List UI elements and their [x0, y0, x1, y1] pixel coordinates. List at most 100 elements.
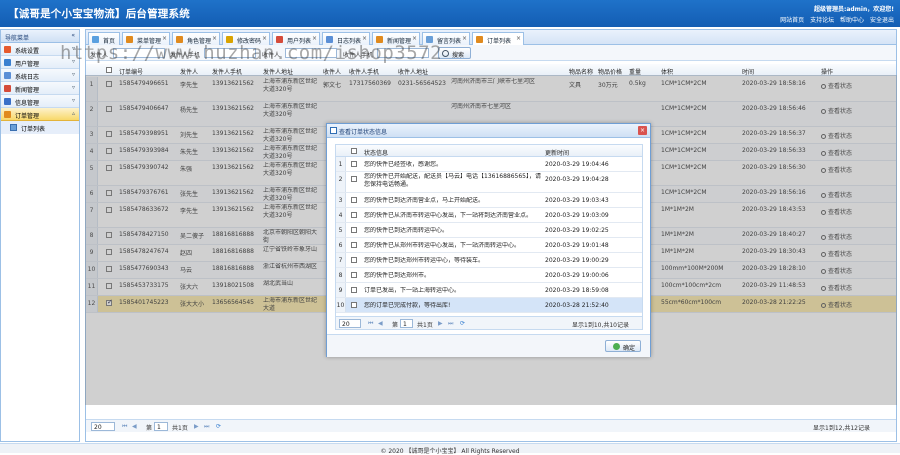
refresh-icon[interactable]: ⟳	[460, 320, 465, 327]
status-row[interactable]: 5 您的快件已到达济南转运中心。 2020-03-29 19:02:25	[336, 223, 642, 238]
sidebar-item-logs[interactable]: 系统日志 ▿	[1, 69, 79, 82]
status-row[interactable]: 7 您的快件已到达郑州市转运中心，等待装车。 2020-03-29 19:00:29	[336, 253, 642, 268]
tab-users[interactable]: 用户列表 ×	[272, 32, 320, 45]
close-icon[interactable]: ×	[412, 35, 417, 42]
tab-messages[interactable]: 留言列表 ×	[422, 32, 470, 45]
tab-logs[interactable]: 日志列表 ×	[322, 32, 370, 45]
receiver-phone-label: 收件人手机	[343, 52, 374, 59]
sidebar-item-label: 信息管理	[15, 100, 40, 107]
row-number: 9	[336, 283, 346, 297]
tab-orders[interactable]: 订单列表 ×	[472, 32, 524, 46]
header-links: 网站首页 支持论坛 帮助中心 安全退出	[776, 15, 894, 24]
message-icon	[426, 36, 433, 43]
link-logout[interactable]: 安全退出	[870, 17, 894, 24]
close-icon[interactable]: ×	[162, 35, 167, 42]
last-page-icon[interactable]: ⏭	[448, 320, 453, 328]
tab-label: 新闻管理	[387, 38, 412, 45]
next-page-icon[interactable]: ▶	[194, 423, 199, 430]
prev-page-icon[interactable]: ◀	[378, 320, 383, 327]
sidebar-subitem-order-list[interactable]: 订单列表	[1, 121, 79, 134]
receiver-phone-input[interactable]	[377, 48, 429, 58]
sender-input[interactable]	[113, 48, 165, 58]
row-checkbox[interactable]	[351, 212, 357, 218]
page-input[interactable]: 1	[154, 422, 168, 431]
status-info: 订单已发出，下一站上海转运中心。	[364, 287, 461, 294]
tab-news[interactable]: 新闻管理 ×	[372, 32, 420, 45]
row-checkbox[interactable]	[351, 227, 357, 233]
last-page-icon[interactable]: ⏭	[204, 423, 209, 431]
select-all-checkbox[interactable]	[106, 67, 112, 73]
row-checkbox[interactable]	[351, 176, 357, 182]
col-update-time[interactable]: 更新时间	[545, 148, 569, 157]
tab-roles[interactable]: 角色管理 ×	[172, 32, 220, 45]
status-grid-header: 状态信息 更新时间	[336, 145, 642, 157]
user-icon	[276, 36, 283, 43]
settings-icon	[4, 46, 11, 53]
sidebar-item-system[interactable]: 系统设置 ▿	[1, 43, 79, 56]
status-time: 2020-03-29 19:04:28	[545, 176, 609, 183]
dialog-pager-summary: 显示1到10,共10记录	[572, 322, 629, 329]
list-icon	[10, 124, 17, 131]
sidebar-item-users[interactable]: 用户管理 ▿	[1, 56, 79, 69]
tab-home[interactable]: 首页	[88, 32, 120, 45]
link-forum[interactable]: 支持论坛	[810, 17, 834, 24]
page-input[interactable]: 1	[400, 319, 413, 328]
status-row[interactable]: 2 您的快件已开始配送，配送员【马云】电话【13616886565】，请您保持电话…	[336, 172, 642, 193]
row-checkbox[interactable]	[351, 257, 357, 263]
status-info: 您的快件已到达郑州市。	[364, 272, 431, 279]
prev-page-icon[interactable]: ◀	[132, 423, 137, 430]
status-row[interactable]: 9 订单已发出，下一站上海转运中心。 2020-03-29 18:59:08	[336, 283, 642, 298]
row-checkbox[interactable]	[351, 242, 357, 248]
row-checkbox[interactable]	[351, 287, 357, 293]
close-icon[interactable]: ×	[312, 35, 317, 42]
receiver-input[interactable]	[285, 48, 337, 58]
sidebar-item-orders[interactable]: 订单管理 ▵	[1, 108, 79, 121]
link-home[interactable]: 网站首页	[780, 17, 804, 24]
status-row[interactable]: 8 您的快件已到达郑州市。 2020-03-29 19:00:06	[336, 268, 642, 283]
ok-button[interactable]: 确定	[605, 340, 641, 352]
close-icon[interactable]: ×	[362, 35, 367, 42]
status-row[interactable]: 4 您的快件已从济南市转运中心发出，下一站将到达济南营业点。 2020-03-29 …	[336, 208, 642, 223]
status-info: 您的快件已开始配送，配送员【马云】电话【13616886565】，请您保持电话畅…	[364, 173, 541, 188]
close-icon[interactable]: ×	[262, 35, 267, 42]
status-row[interactable]: 1 您的快件已经签收，感谢您。 2020-03-29 19:04:46	[336, 157, 642, 172]
next-page-icon[interactable]: ▶	[438, 320, 443, 327]
sidebar-item-messages[interactable]: 信息管理 ▿	[1, 95, 79, 108]
row-checkbox[interactable]	[351, 302, 357, 308]
first-page-icon[interactable]: ⏮	[368, 320, 373, 328]
status-row[interactable]: 3 您的快件已到达济南营业点，马上开始配送。 2020-03-29 19:03:43	[336, 193, 642, 208]
collapse-icon[interactable]: «	[71, 32, 75, 39]
expand-icon: ▿	[71, 58, 75, 65]
tab-menu[interactable]: 菜单管理 ×	[122, 32, 170, 45]
tab-label: 菜单管理	[137, 38, 162, 45]
page-size-select[interactable]: 20	[91, 422, 115, 431]
close-icon[interactable]: ×	[516, 35, 521, 42]
first-page-icon[interactable]: ⏮	[122, 423, 127, 431]
row-checkbox[interactable]	[351, 197, 357, 203]
sender-phone-input[interactable]	[204, 48, 256, 58]
row-checkbox[interactable]	[351, 161, 357, 167]
status-row[interactable]: 6 您的快件已从郑州市转运中心发出，下一站济南转运中心。 2020-03-29 19…	[336, 238, 642, 253]
status-info: 您的订单已完成付款，等待出库!	[364, 302, 451, 309]
search-button[interactable]: 搜索	[438, 47, 471, 59]
tab-label: 日志列表	[337, 38, 362, 45]
sidebar-item-news[interactable]: 新闻管理 ▿	[1, 82, 79, 95]
sidebar-item-label: 新闻管理	[15, 87, 40, 94]
menu-icon	[126, 36, 133, 43]
col-status-info[interactable]: 状态信息	[364, 148, 388, 157]
close-icon[interactable]: ×	[638, 126, 647, 135]
status-time: 2020-03-29 19:03:43	[545, 197, 609, 204]
sidebar-item-label: 系统设置	[15, 48, 40, 55]
row-checkbox[interactable]	[351, 272, 357, 278]
close-icon[interactable]: ×	[462, 35, 467, 42]
tab-password[interactable]: 修改密码 ×	[222, 32, 270, 45]
window-icon	[330, 127, 337, 134]
tab-label: 订单列表	[487, 38, 512, 45]
refresh-icon[interactable]: ⟳	[216, 423, 221, 430]
status-time: 2020-03-29 18:59:08	[545, 287, 609, 294]
page-size-select[interactable]: 20	[339, 319, 361, 328]
status-row[interactable]: 10 您的订单已完成付款，等待出库! 2020-03-28 21:52:40	[336, 298, 642, 313]
close-icon[interactable]: ×	[212, 35, 217, 42]
select-all-checkbox[interactable]	[351, 148, 357, 154]
link-help[interactable]: 帮助中心	[840, 17, 864, 24]
